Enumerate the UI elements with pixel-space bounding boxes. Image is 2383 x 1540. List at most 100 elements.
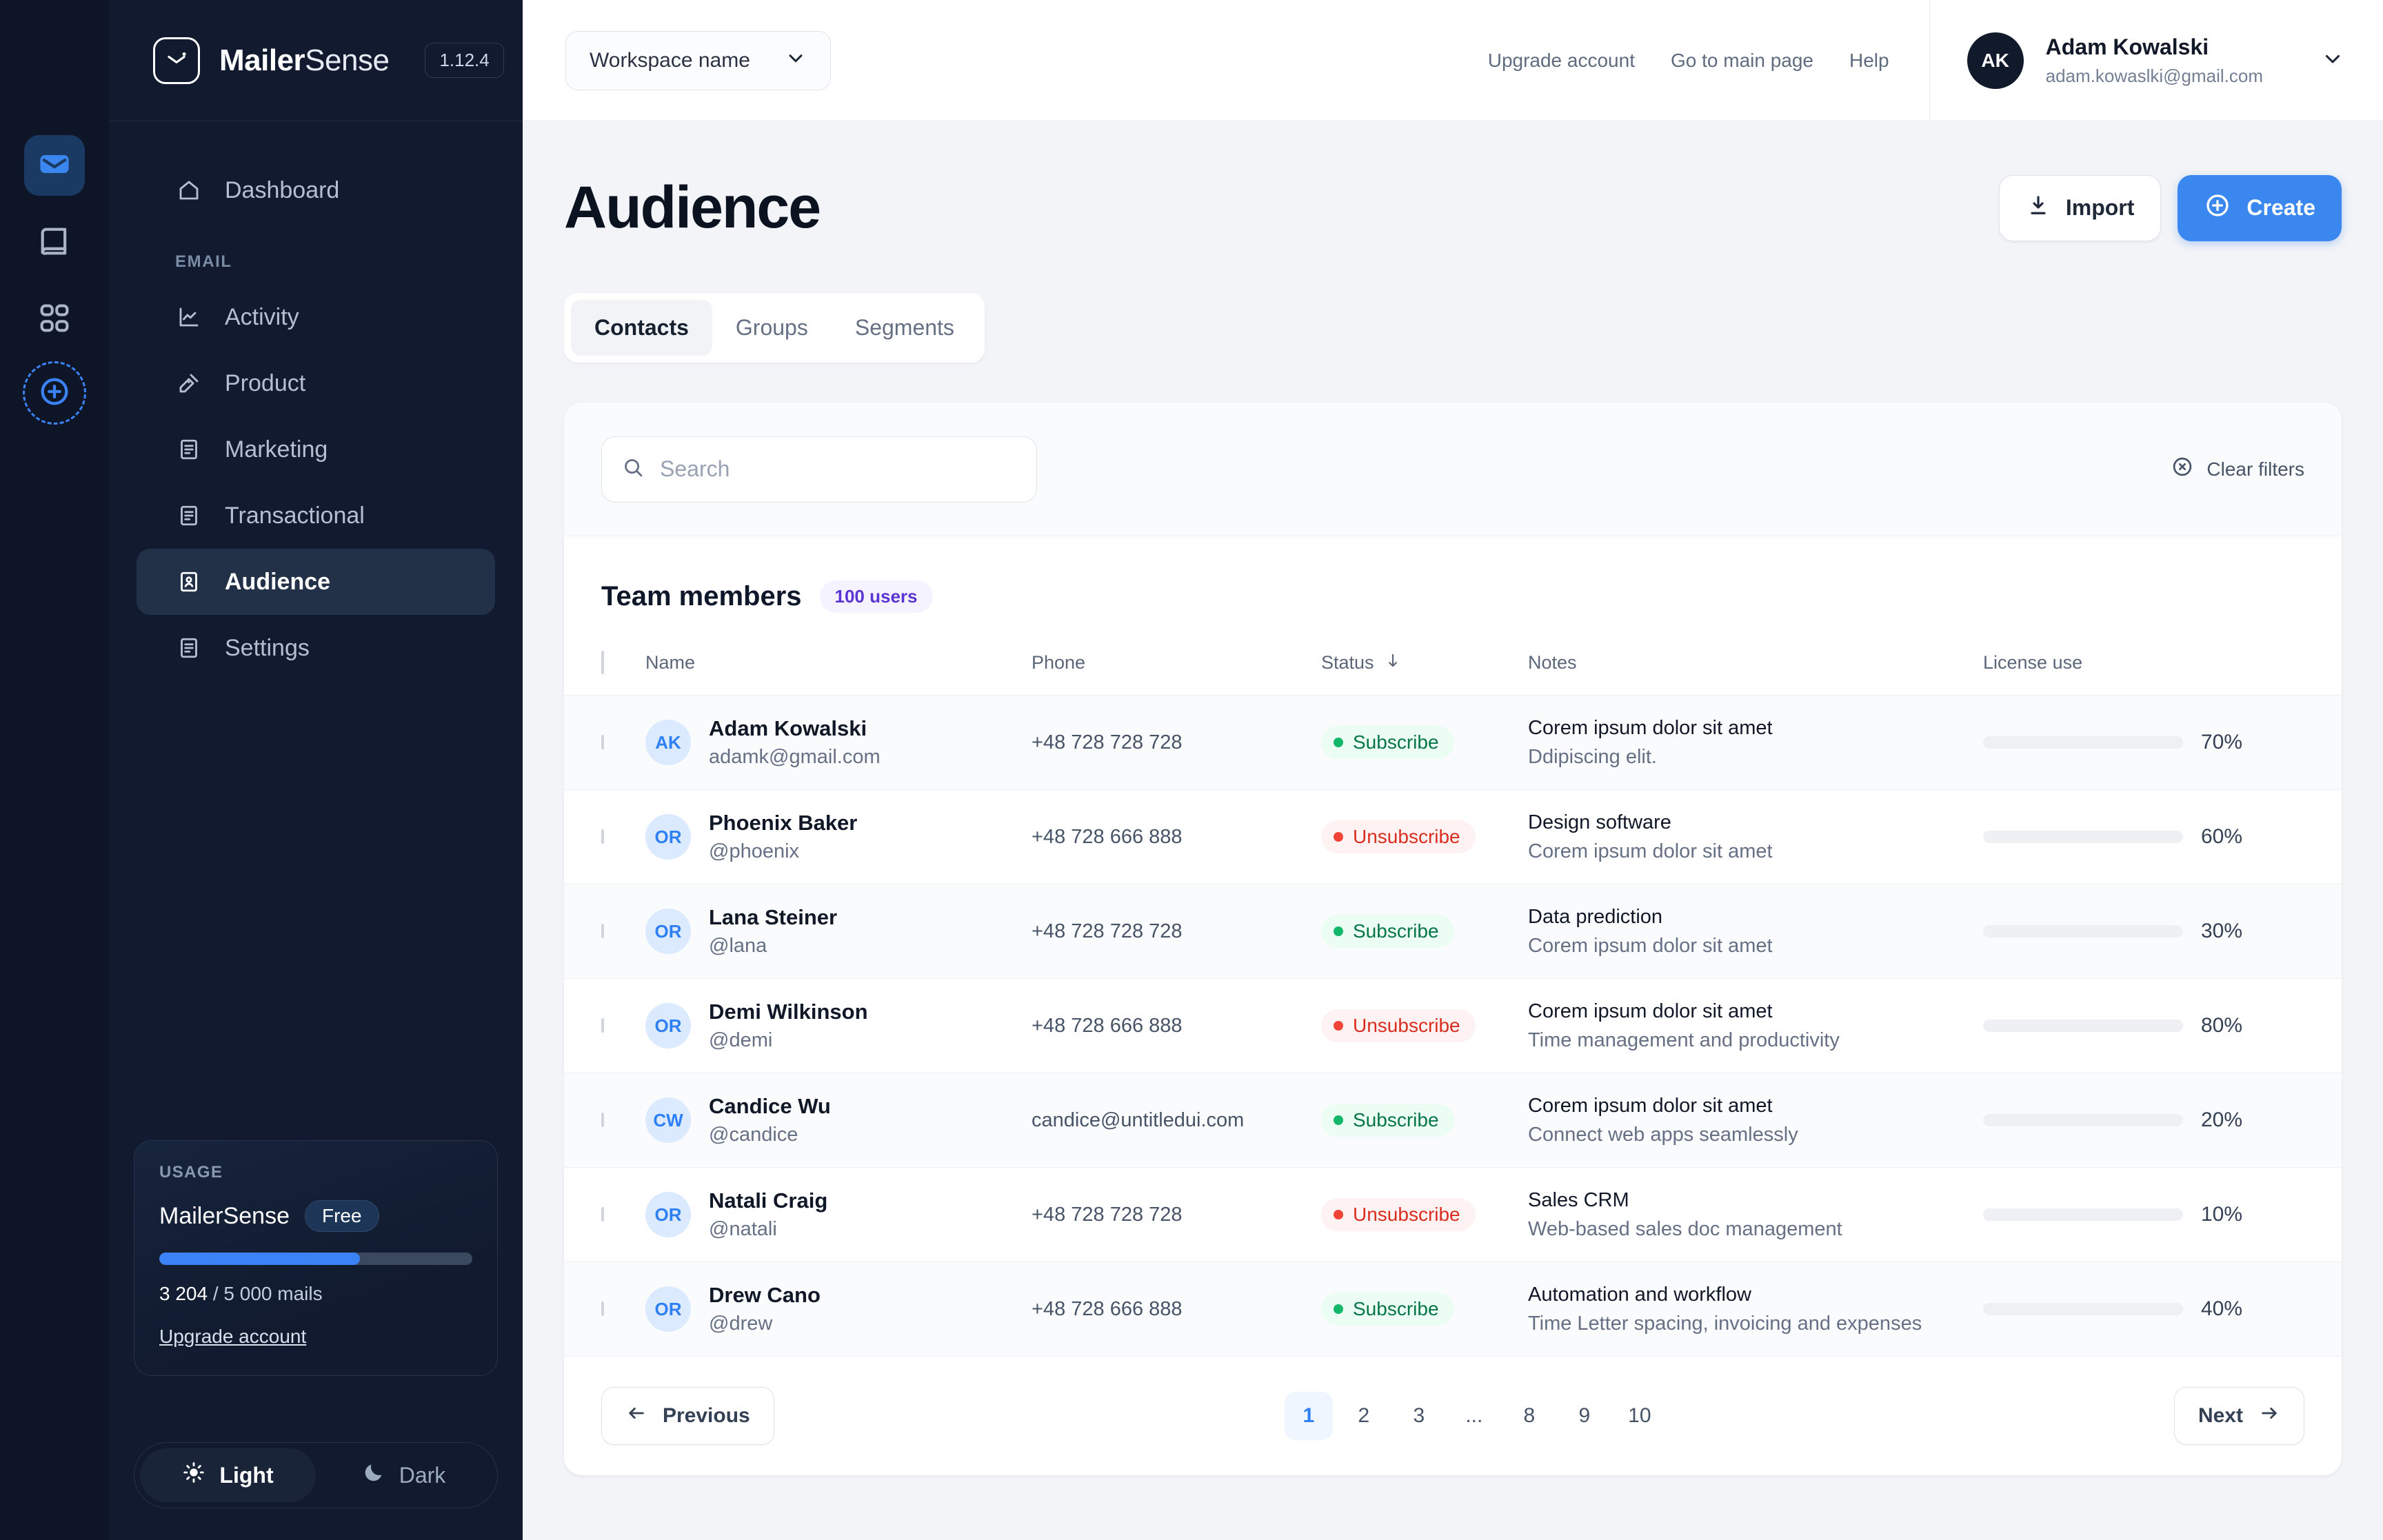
- table-row[interactable]: OR Drew Cano @drew +48 728 666 888 Subscribe…: [564, 1262, 2342, 1357]
- row-select-cell[interactable]: [564, 696, 645, 790]
- license-progress-bar: [1983, 1208, 2183, 1221]
- table-row[interactable]: CW Candice Wu @candice candice@untitledui.c…: [564, 1073, 2342, 1168]
- table-row[interactable]: AK Adam Kowalski adamk@gmail.com +48 728 72…: [564, 695, 2342, 790]
- sidebar-item-label: Dashboard: [225, 176, 340, 203]
- row-select-cell[interactable]: [564, 884, 645, 979]
- workspace-select-label: Workspace name: [590, 48, 750, 72]
- theme-option-light[interactable]: Light: [140, 1448, 316, 1502]
- plus-circle-icon: [2204, 192, 2231, 225]
- page-number-9[interactable]: 9: [1560, 1392, 1609, 1440]
- row-checkbox[interactable]: [601, 1018, 604, 1033]
- upgrade-account-link[interactable]: Upgrade account: [159, 1326, 306, 1348]
- table-head: Name Phone Status Notes License use: [564, 651, 2342, 696]
- tab-groups[interactable]: Groups: [712, 300, 832, 356]
- table-row[interactable]: OR Natali Craig @natali +48 728 728 728 Unsu…: [564, 1168, 2342, 1262]
- column-phone[interactable]: Phone: [1032, 651, 1321, 696]
- sidebar-item-product[interactable]: Product: [137, 350, 495, 416]
- download-icon: [2026, 193, 2051, 223]
- import-button[interactable]: Import: [1998, 174, 2162, 241]
- previous-page-button[interactable]: Previous: [601, 1387, 774, 1445]
- mail-icon: [37, 146, 72, 185]
- sidebar: MailerSense 1.12.4 Dashboard EMAIL Activ…: [109, 0, 523, 1540]
- top-link-upgrade-account[interactable]: Upgrade account: [1488, 50, 1635, 72]
- tab-contacts[interactable]: Contacts: [571, 300, 712, 356]
- contact-handle: @candice: [709, 1124, 798, 1146]
- theme-toggle[interactable]: Light Dark: [134, 1442, 498, 1508]
- column-status[interactable]: Status: [1321, 651, 1528, 696]
- cell-status: Subscribe: [1321, 884, 1528, 979]
- workspace-select[interactable]: Workspace name: [565, 30, 831, 90]
- sidebar-item-transactional[interactable]: Transactional: [137, 483, 495, 549]
- page-number-3[interactable]: 3: [1395, 1392, 1443, 1440]
- icon-rail: [0, 0, 109, 1540]
- cell-license-use: 80%: [1983, 979, 2342, 1073]
- row-checkbox[interactable]: [601, 1207, 604, 1222]
- row-checkbox[interactable]: [601, 829, 604, 844]
- next-page-label: Next: [2198, 1404, 2243, 1427]
- sidebar-item-marketing[interactable]: Marketing: [137, 416, 495, 483]
- table-row[interactable]: OR Lana Steiner @lana +48 728 728 728 Subscr…: [564, 884, 2342, 979]
- column-license-use[interactable]: License use: [1983, 651, 2342, 696]
- note-secondary: Corem ipsum dolor sit amet: [1528, 840, 1773, 862]
- rail-item-apps[interactable]: [24, 290, 85, 350]
- row-checkbox[interactable]: [601, 1301, 604, 1316]
- row-checkbox[interactable]: [601, 735, 604, 749]
- status-badge: Unsubscribe: [1321, 820, 1476, 853]
- user-menu[interactable]: AK Adam Kowalski adam.kowaslki@gmail.com: [1929, 0, 2383, 121]
- brand[interactable]: MailerSense 1.12.4: [109, 0, 523, 121]
- column-name[interactable]: Name: [645, 651, 1032, 696]
- status-dot-icon: [1334, 1304, 1343, 1314]
- cell-name: OR Lana Steiner @lana: [645, 884, 1032, 979]
- sidebar-section-label: EMAIL: [175, 252, 232, 271]
- column-notes[interactable]: Notes: [1528, 651, 1983, 696]
- page-header: Audience Import Create: [564, 174, 2342, 242]
- top-link-help[interactable]: Help: [1849, 50, 1889, 72]
- select-all-checkbox[interactable]: [601, 651, 604, 674]
- status-label: Subscribe: [1353, 1298, 1439, 1319]
- column-select-all[interactable]: [564, 651, 645, 696]
- search-box[interactable]: [601, 436, 1037, 503]
- top-bar: Workspace name Upgrade account Go to mai…: [523, 0, 2383, 121]
- chevron-down-icon[interactable]: [2321, 47, 2344, 74]
- row-select-cell[interactable]: [564, 1073, 645, 1168]
- rail-item-mail[interactable]: [24, 135, 85, 196]
- top-link-main-page[interactable]: Go to main page: [1671, 50, 1813, 72]
- status-dot-icon: [1334, 832, 1343, 842]
- page-number-1[interactable]: 1: [1284, 1392, 1333, 1440]
- usage-used: 3 204: [159, 1283, 208, 1304]
- theme-option-dark[interactable]: Dark: [316, 1448, 492, 1502]
- page-number-8[interactable]: 8: [1505, 1392, 1554, 1440]
- cell-status: Subscribe: [1321, 1262, 1528, 1357]
- note-primary: Design software: [1528, 811, 1671, 833]
- clear-filters-button[interactable]: Clear filters: [2171, 455, 2304, 483]
- rail-add-workspace-button[interactable]: [23, 361, 86, 425]
- license-progress-bar: [1983, 1114, 2183, 1126]
- row-checkbox[interactable]: [601, 1113, 604, 1127]
- note-secondary: Ddipiscing elit.: [1528, 745, 1657, 768]
- row-select-cell[interactable]: [564, 979, 645, 1073]
- table-row[interactable]: OR Demi Wilkinson @demi +48 728 666 888 Unsu…: [564, 979, 2342, 1073]
- sidebar-item-dashboard[interactable]: Dashboard: [137, 157, 495, 223]
- rail-item-book[interactable]: [24, 212, 85, 273]
- status-badge: Subscribe: [1321, 1293, 1454, 1326]
- sidebar-item-activity[interactable]: Activity: [137, 284, 495, 350]
- search-input[interactable]: [660, 456, 1017, 482]
- sidebar-item-label: Marketing: [225, 436, 328, 463]
- contact-name: Drew Cano: [709, 1283, 821, 1307]
- page-actions: Import Create: [1998, 174, 2342, 241]
- page-number-10[interactable]: 10: [1616, 1392, 1664, 1440]
- row-select-cell[interactable]: [564, 1168, 645, 1262]
- row-select-cell[interactable]: [564, 1262, 645, 1357]
- row-checkbox[interactable]: [601, 924, 604, 938]
- status-label: Unsubscribe: [1353, 1015, 1460, 1036]
- page-number-2[interactable]: 2: [1340, 1392, 1388, 1440]
- next-page-button[interactable]: Next: [2173, 1387, 2304, 1445]
- tab-segments[interactable]: Segments: [832, 300, 978, 356]
- create-button[interactable]: Create: [2178, 174, 2342, 241]
- table-row[interactable]: OR Phoenix Baker @phoenix +48 728 666 888 Un…: [564, 790, 2342, 884]
- row-select-cell[interactable]: [564, 790, 645, 884]
- note-primary: Corem ipsum dolor sit amet: [1528, 1000, 1773, 1022]
- sidebar-item-audience[interactable]: Audience: [137, 549, 495, 615]
- note-primary: Corem ipsum dolor sit amet: [1528, 716, 1773, 739]
- sidebar-item-settings[interactable]: Settings: [137, 615, 495, 681]
